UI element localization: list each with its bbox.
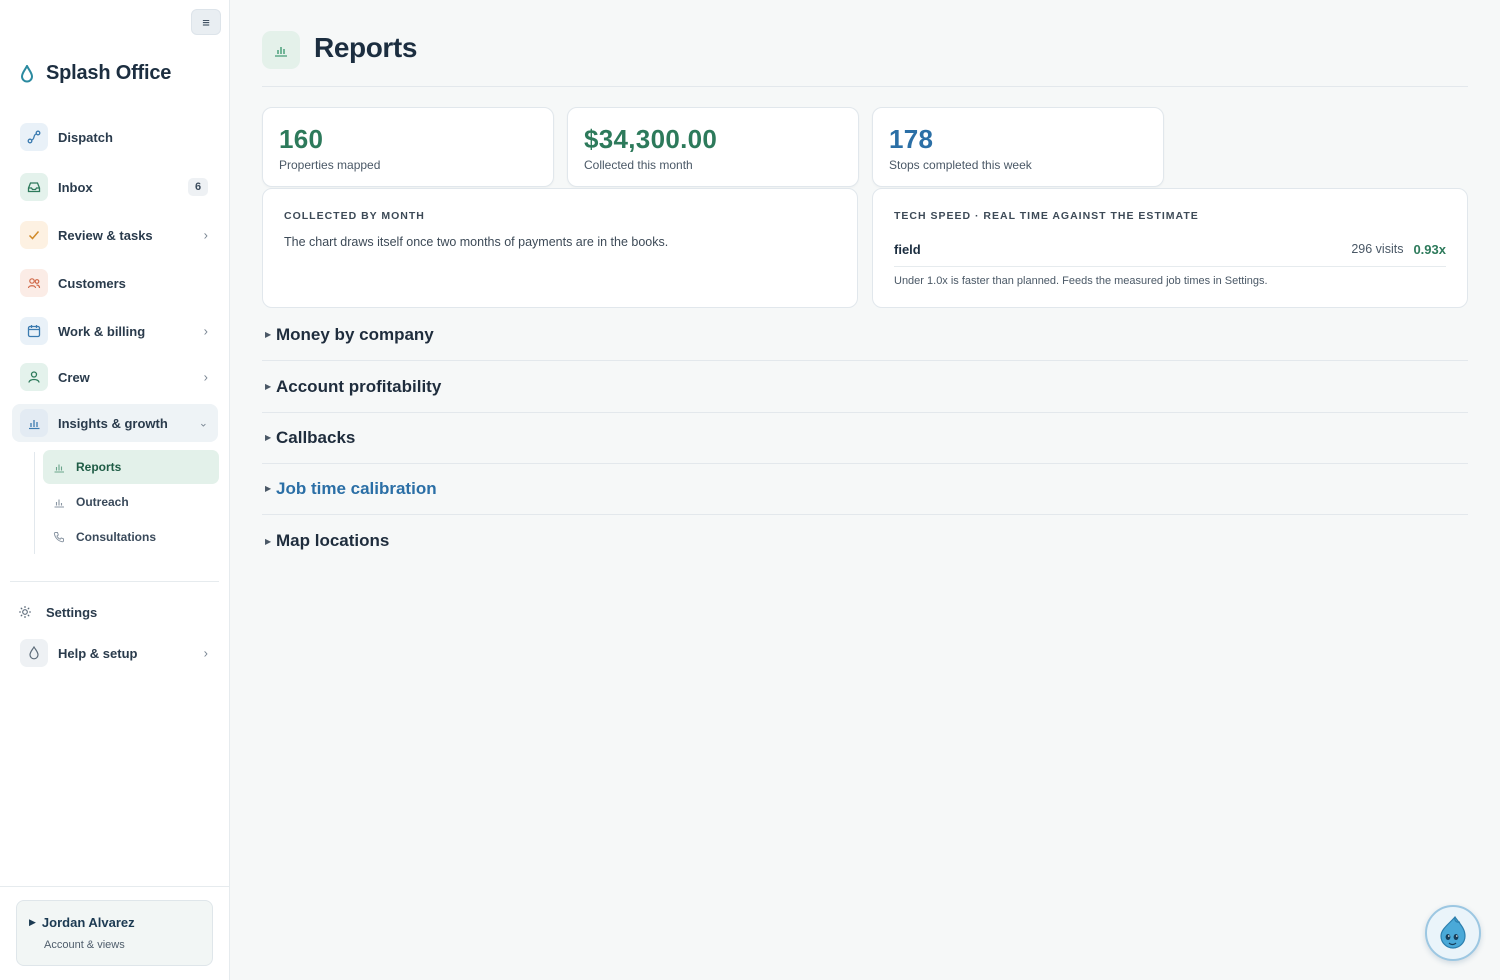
chevron-right-icon: › xyxy=(203,369,208,385)
header-divider xyxy=(262,86,1468,87)
sidebar-item-label: Insights & growth xyxy=(58,415,168,431)
water-drop-mascot-icon xyxy=(1437,915,1469,951)
sidebar-item-customers[interactable]: Customers xyxy=(12,264,218,302)
sidebar-bottom-divider xyxy=(0,886,229,887)
stat-value: 160 xyxy=(279,124,324,154)
disclosure-triangle-icon: ▶ xyxy=(265,382,272,391)
brand-name: Splash Office xyxy=(46,62,172,84)
tech-speed-row: field 296 visits 0.93x xyxy=(894,239,1446,259)
sidebar-item-label: Work & billing xyxy=(58,323,146,339)
sidebar-item-settings[interactable]: Settings xyxy=(18,598,218,626)
chevron-down-icon: ⌄ xyxy=(198,417,208,430)
inbox-count-badge: 6 xyxy=(188,178,208,196)
section-account-profitability[interactable]: ▶ Account profitability xyxy=(262,361,1468,413)
stat-caption: Properties mapped xyxy=(279,158,381,172)
panel-title: TECH SPEED · REAL TIME AGAINST THE ESTIM… xyxy=(894,210,1199,222)
user-name: Jordan Alvarez xyxy=(41,915,135,930)
sidebar-collapse-button[interactable]: ≡ xyxy=(191,9,221,35)
drop-icon xyxy=(20,639,48,667)
stat-card-collected: $34,300.00 Collected this month xyxy=(567,107,859,187)
menu-icon: ≡ xyxy=(202,14,210,30)
section-job-time-calibration[interactable]: ▶ Job time calibration xyxy=(262,463,1468,515)
user-account-card[interactable]: ▶ Jordan Alvarez Account & views xyxy=(16,900,213,966)
sidebar-subitem-outreach[interactable]: Outreach xyxy=(43,485,219,519)
sidebar-divider xyxy=(10,581,219,582)
assistant-mascot-button[interactable] xyxy=(1425,905,1481,961)
submenu-guide-line xyxy=(34,452,35,554)
bar-chart-icon xyxy=(53,461,67,473)
stat-card-properties: 160 Properties mapped xyxy=(262,107,554,187)
user-name-row: ▶ Jordan Alvarez xyxy=(29,915,135,930)
stat-card-stops: 178 Stops completed this week xyxy=(872,107,1164,187)
collected-by-month-panel: COLLECTED BY MONTH The chart draws itsel… xyxy=(262,188,858,308)
sidebar-item-label: Customers xyxy=(58,275,126,291)
drop-logo-icon xyxy=(20,64,34,83)
sidebar-item-work-billing[interactable]: Work & billing › xyxy=(12,312,218,350)
panel-empty-message: The chart draws itself once two months o… xyxy=(284,235,669,249)
chevron-right-icon: › xyxy=(203,645,208,661)
bar-chart-icon xyxy=(53,496,67,508)
section-title: Money by company xyxy=(276,324,434,344)
sidebar-item-label: Settings xyxy=(46,604,98,620)
chevron-right-icon: › xyxy=(203,227,208,243)
page-header-icon xyxy=(262,31,300,69)
user-subtitle: Account & views xyxy=(44,939,125,951)
sidebar-subitem-consultations[interactable]: Consultations xyxy=(43,520,219,554)
panel-divider xyxy=(894,266,1446,267)
sidebar-item-crew[interactable]: Crew › xyxy=(12,358,218,396)
sidebar-item-review-tasks[interactable]: Review & tasks › xyxy=(12,216,218,254)
sidebar-item-dispatch[interactable]: Dispatch xyxy=(12,118,218,156)
gear-icon xyxy=(18,605,32,619)
section-map-locations[interactable]: ▶ Map locations xyxy=(262,515,1468,567)
section-title: Account profitability xyxy=(276,376,442,396)
stat-value: $34,300.00 xyxy=(584,124,718,154)
bar-chart-icon xyxy=(20,409,48,437)
speed-note: Under 1.0x is faster than planned. Feeds… xyxy=(894,275,1268,287)
disclosure-triangle-icon: ▶ xyxy=(265,536,272,546)
section-callbacks[interactable]: ▶ Callbacks xyxy=(262,412,1468,464)
brand: Splash Office xyxy=(20,62,171,85)
section-title: Job time calibration xyxy=(276,478,437,498)
bar-chart-icon xyxy=(273,42,289,58)
sidebar-item-label: Review & tasks xyxy=(58,227,153,243)
users-icon xyxy=(20,269,48,297)
tech-name: field xyxy=(894,241,921,257)
disclosure-triangle-icon: ▶ xyxy=(265,433,272,442)
panel-title: COLLECTED BY MONTH xyxy=(284,210,425,222)
stat-value: 178 xyxy=(889,124,934,154)
sidebar-subitem-reports[interactable]: Reports xyxy=(43,450,219,484)
section-money-by-company[interactable]: ▶ Money by company xyxy=(262,309,1468,361)
sidebar-item-label: Dispatch xyxy=(58,129,113,145)
disclosure-triangle-icon: ▶ xyxy=(265,484,272,493)
page-title: Reports xyxy=(314,32,417,63)
speed-ratio: 0.93x xyxy=(1413,241,1446,257)
person-icon xyxy=(20,363,48,391)
check-icon xyxy=(20,221,48,249)
inbox-icon xyxy=(20,173,48,201)
stat-caption: Collected this month xyxy=(584,158,693,172)
sidebar-item-help-setup[interactable]: Help & setup › xyxy=(12,634,218,672)
sidebar-subitem-label: Consultations xyxy=(76,530,156,544)
sidebar: ≡ Splash Office Dispatch Inbox 6 Review … xyxy=(0,0,230,980)
stat-caption: Stops completed this week xyxy=(889,158,1032,172)
section-title: Callbacks xyxy=(276,427,356,447)
disclosure-triangle-icon: ▶ xyxy=(29,917,36,927)
section-title: Map locations xyxy=(276,531,390,550)
sidebar-subitem-label: Outreach xyxy=(76,495,129,509)
tech-speed-panel: TECH SPEED · REAL TIME AGAINST THE ESTIM… xyxy=(872,188,1468,308)
disclosure-triangle-icon: ▶ xyxy=(265,330,272,339)
phone-icon xyxy=(53,531,67,543)
sidebar-item-insights-growth[interactable]: Insights & growth ⌄ xyxy=(12,404,218,442)
calendar-icon xyxy=(20,317,48,345)
visit-count: 296 visits xyxy=(1351,242,1404,256)
sidebar-item-inbox[interactable]: Inbox 6 xyxy=(12,168,218,206)
sidebar-subitem-label: Reports xyxy=(76,460,122,474)
sidebar-item-label: Inbox xyxy=(58,179,93,195)
sidebar-item-label: Crew xyxy=(58,369,90,385)
route-icon xyxy=(20,123,48,151)
chevron-right-icon: › xyxy=(203,323,208,339)
sidebar-item-label: Help & setup xyxy=(58,645,138,661)
